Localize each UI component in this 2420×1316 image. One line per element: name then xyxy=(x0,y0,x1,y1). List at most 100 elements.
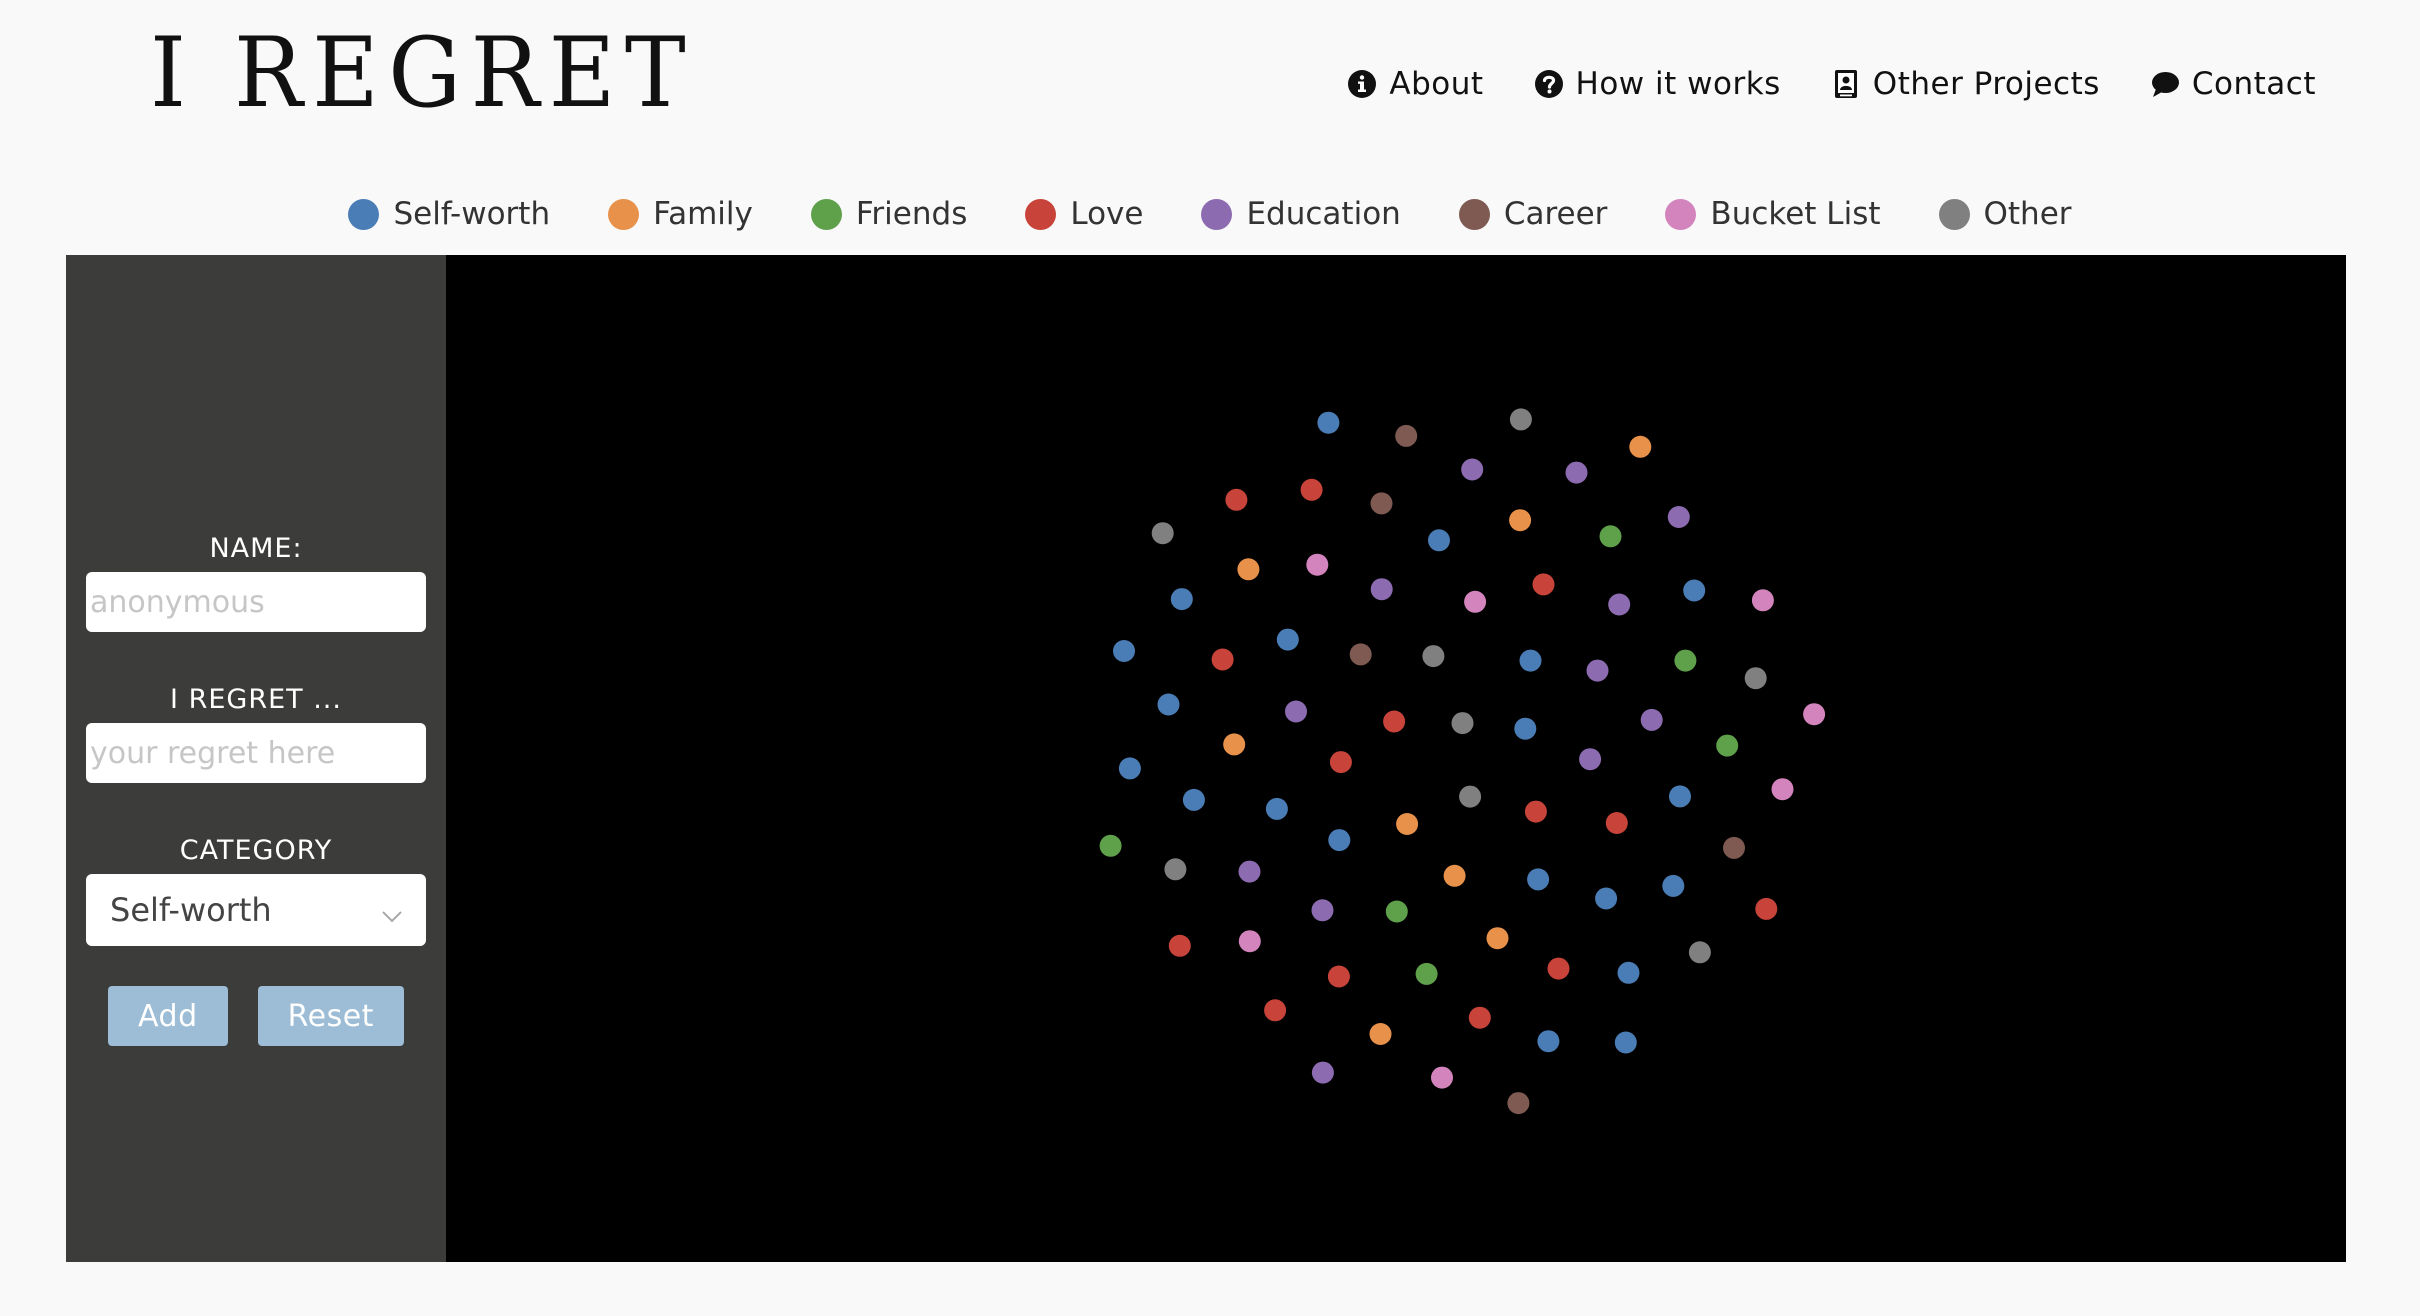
regret-bubble[interactable] xyxy=(1744,667,1767,690)
regret-bubble[interactable] xyxy=(1311,1061,1334,1084)
regret-bubble[interactable] xyxy=(1599,525,1622,548)
add-button[interactable]: Add xyxy=(108,986,228,1046)
regret-bubble[interactable] xyxy=(1099,834,1122,857)
regret-bubble[interactable] xyxy=(1349,643,1372,666)
regret-bubble[interactable] xyxy=(1264,999,1287,1022)
legend-bucket-list[interactable]: Bucket List xyxy=(1665,196,1881,232)
regret-bubble[interactable] xyxy=(1113,640,1135,662)
regret-bubble-canvas[interactable] xyxy=(446,255,2346,1262)
regret-bubble[interactable] xyxy=(1182,788,1205,811)
regret-bubble[interactable] xyxy=(1674,649,1697,672)
regret-bubble[interactable] xyxy=(1608,593,1631,616)
nav-about[interactable]: About xyxy=(1347,66,1483,102)
regret-bubble[interactable] xyxy=(1519,649,1542,672)
regret-bubble[interactable] xyxy=(1461,458,1484,481)
regret-bubble[interactable] xyxy=(1723,836,1745,859)
regret-bubble[interactable] xyxy=(1311,899,1334,922)
regret-bubble[interactable] xyxy=(1751,589,1774,612)
regret-bubble[interactable] xyxy=(1170,588,1193,611)
regret-bubble[interactable] xyxy=(1669,785,1691,808)
regret-bubble[interactable] xyxy=(1667,506,1690,528)
regret-bubble[interactable] xyxy=(1755,897,1778,920)
regret-bubble[interactable] xyxy=(1617,961,1640,984)
regret-bubble[interactable] xyxy=(1683,579,1706,602)
legend-other[interactable]: Other xyxy=(1938,196,2072,232)
legend-family[interactable]: Family xyxy=(608,196,753,232)
regret-bubble[interactable] xyxy=(1285,700,1307,723)
regret-bubble[interactable] xyxy=(1157,693,1180,716)
regret-bubble[interactable] xyxy=(1151,522,1174,545)
legend-education[interactable]: Education xyxy=(1201,196,1401,232)
legend-friends[interactable]: Friends xyxy=(810,196,967,232)
regret-bubble[interactable] xyxy=(1459,785,1482,808)
regret-bubble[interactable] xyxy=(1640,708,1663,731)
category-legend: Self-worth Family Friends Love Education… xyxy=(0,196,2420,232)
nav-other-projects[interactable]: Other Projects xyxy=(1831,66,2100,102)
legend-self-worth[interactable]: Self-worth xyxy=(348,196,550,232)
regret-bubble[interactable] xyxy=(1317,411,1340,434)
regret-bubble[interactable] xyxy=(1803,703,1826,726)
nav-how-it-works[interactable]: How it works xyxy=(1534,66,1781,102)
regret-bubble[interactable] xyxy=(1586,659,1609,682)
regret-bubble[interactable] xyxy=(1514,717,1537,740)
regret-bubble[interactable] xyxy=(1238,930,1261,953)
regret-bubble[interactable] xyxy=(1395,424,1418,447)
regret-bubble[interactable] xyxy=(1509,509,1532,532)
regret-bubble[interactable] xyxy=(1428,529,1450,552)
regret-bubble[interactable] xyxy=(1532,573,1555,596)
regret-bubble[interactable] xyxy=(1415,962,1438,985)
regret-bubble[interactable] xyxy=(1276,628,1299,651)
regret-bubble[interactable] xyxy=(1385,900,1408,923)
regret-bubble[interactable] xyxy=(1370,578,1393,601)
regret-bubble[interactable] xyxy=(1547,957,1570,980)
regret-bubble[interactable] xyxy=(1300,478,1323,501)
regret-bubble[interactable] xyxy=(1328,829,1351,852)
legend-career[interactable]: Career xyxy=(1458,196,1607,232)
regret-bubble[interactable] xyxy=(1464,590,1487,613)
regret-bubble[interactable] xyxy=(1225,488,1248,511)
logo[interactable]: I REGRET xyxy=(150,25,724,121)
legend-love[interactable]: Love xyxy=(1025,196,1143,232)
regret-bubble[interactable] xyxy=(1265,797,1288,820)
regret-bubble[interactable] xyxy=(1396,813,1419,835)
regret-bubble[interactable] xyxy=(1370,492,1393,515)
regret-input[interactable] xyxy=(86,723,426,783)
regret-bubble[interactable] xyxy=(1524,800,1547,823)
regret-bubble[interactable] xyxy=(1211,648,1234,671)
reset-button[interactable]: Reset xyxy=(257,986,404,1046)
regret-bubble[interactable] xyxy=(1164,858,1187,881)
regret-bubble[interactable] xyxy=(1369,1023,1392,1045)
regret-bubble[interactable] xyxy=(1306,553,1329,576)
regret-bubble[interactable] xyxy=(1537,1030,1560,1053)
regret-bubble[interactable] xyxy=(1614,1031,1637,1054)
regret-bubble[interactable] xyxy=(1327,965,1350,988)
regret-bubble[interactable] xyxy=(1223,733,1246,756)
category-select[interactable]: Self-worth xyxy=(86,874,426,946)
regret-bubble[interactable] xyxy=(1431,1066,1453,1089)
regret-bubble[interactable] xyxy=(1688,941,1711,964)
regret-bubble[interactable] xyxy=(1565,461,1588,484)
regret-bubble[interactable] xyxy=(1509,408,1532,431)
regret-bubble[interactable] xyxy=(1662,874,1685,897)
regret-bubble[interactable] xyxy=(1238,860,1261,883)
regret-bubble[interactable] xyxy=(1771,778,1794,801)
regret-bubble[interactable] xyxy=(1422,645,1445,668)
regret-bubble[interactable] xyxy=(1118,757,1141,780)
regret-bubble[interactable] xyxy=(1579,748,1602,771)
regret-bubble[interactable] xyxy=(1451,712,1474,735)
regret-bubble[interactable] xyxy=(1237,558,1260,581)
regret-bubble[interactable] xyxy=(1605,812,1628,834)
regret-bubble[interactable] xyxy=(1507,1092,1530,1115)
regret-bubble[interactable] xyxy=(1629,435,1652,458)
regret-bubble[interactable] xyxy=(1486,927,1509,950)
regret-bubble[interactable] xyxy=(1716,734,1739,757)
nav-contact[interactable]: Contact xyxy=(2150,66,2316,102)
regret-bubble[interactable] xyxy=(1168,934,1191,957)
regret-bubble[interactable] xyxy=(1443,864,1466,887)
regret-bubble[interactable] xyxy=(1527,868,1550,891)
regret-bubble[interactable] xyxy=(1329,751,1352,774)
regret-bubble[interactable] xyxy=(1468,1006,1491,1029)
regret-bubble[interactable] xyxy=(1383,710,1406,733)
name-input[interactable] xyxy=(86,572,426,632)
regret-bubble[interactable] xyxy=(1595,887,1618,910)
